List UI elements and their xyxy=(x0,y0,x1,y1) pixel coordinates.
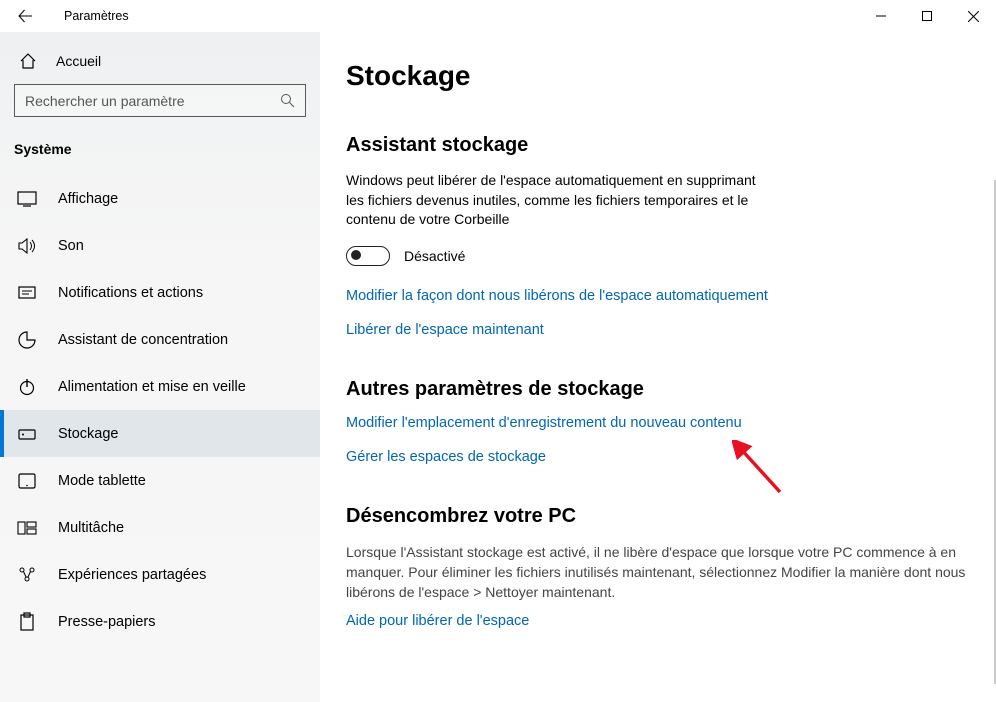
sound-icon xyxy=(16,238,38,254)
search-container xyxy=(0,80,320,127)
sidebar-item-label: Multitâche xyxy=(58,520,124,536)
storage-icon xyxy=(16,426,38,442)
clipboard-icon xyxy=(16,612,38,632)
window-controls xyxy=(858,0,996,32)
sidebar-item-focus[interactable]: Assistant de concentration xyxy=(0,316,320,363)
sidebar-item-notifications[interactable]: Notifications et actions xyxy=(0,269,320,316)
search-input[interactable] xyxy=(25,93,280,109)
sidebar-item-display[interactable]: Affichage xyxy=(0,175,320,222)
section-heading: Autres paramètres de stockage xyxy=(346,378,970,401)
sidebar-nav: Affichage Son Notifications et actions A… xyxy=(0,175,320,645)
sidebar-item-label: Alimentation et mise en veille xyxy=(58,379,246,395)
close-icon xyxy=(968,11,979,22)
sidebar-item-label: Affichage xyxy=(58,191,118,207)
storage-sense-toggle-label: Désactivé xyxy=(404,248,465,264)
section-heading: Assistant stockage xyxy=(346,134,970,157)
sidebar-home[interactable]: Accueil xyxy=(0,42,320,80)
sidebar-group-title: Système xyxy=(0,127,320,175)
sidebar-item-multitask[interactable]: Multitâche xyxy=(0,504,320,551)
sidebar-item-label: Expériences partagées xyxy=(58,567,206,583)
sidebar-item-label: Stockage xyxy=(58,426,118,442)
sidebar-item-power[interactable]: Alimentation et mise en veille xyxy=(0,363,320,410)
sidebar-item-sound[interactable]: Son xyxy=(0,222,320,269)
sidebar-item-shared[interactable]: Expériences partagées xyxy=(0,551,320,598)
display-icon xyxy=(16,191,38,207)
storage-sense-toggle[interactable] xyxy=(346,246,390,266)
sidebar-item-tablet[interactable]: Mode tablette xyxy=(0,457,320,504)
content-pane: Stockage Assistant stockage Windows peut… xyxy=(320,32,996,702)
search-icon xyxy=(280,93,295,108)
back-button[interactable] xyxy=(10,1,40,31)
maximize-icon xyxy=(922,11,932,21)
declutter-description: Lorsque l'Assistant stockage est activé,… xyxy=(346,542,966,603)
minimize-icon xyxy=(876,11,886,21)
section-heading: Désencombrez votre PC xyxy=(346,505,970,528)
sidebar-item-label: Son xyxy=(58,238,84,254)
arrow-left-icon xyxy=(17,8,33,24)
sidebar-item-label: Mode tablette xyxy=(58,473,146,489)
sidebar-home-label: Accueil xyxy=(56,53,101,69)
link-change-free-space[interactable]: Modifier la façon dont nous libérons de … xyxy=(346,288,970,304)
maximize-button[interactable] xyxy=(904,0,950,32)
window-title: Paramètres xyxy=(40,9,129,23)
page-title: Stockage xyxy=(346,60,970,92)
link-help-free-space[interactable]: Aide pour libérer de l'espace xyxy=(346,613,970,629)
link-manage-storage-spaces[interactable]: Gérer les espaces de stockage xyxy=(346,449,970,465)
section-more-storage: Autres paramètres de stockage Modifier l… xyxy=(346,378,970,465)
link-free-now[interactable]: Libérer de l'espace maintenant xyxy=(346,322,970,338)
title-bar: Paramètres xyxy=(0,0,996,32)
section-declutter: Désencombrez votre PC Lorsque l'Assistan… xyxy=(346,505,970,629)
sidebar-item-clipboard[interactable]: Presse-papiers xyxy=(0,598,320,645)
notifications-icon xyxy=(16,285,38,301)
sidebar-item-label: Notifications et actions xyxy=(58,285,203,301)
multitask-icon xyxy=(16,520,38,536)
minimize-button[interactable] xyxy=(858,0,904,32)
storage-sense-description: Windows peut libérer de l'espace automat… xyxy=(346,171,771,230)
sidebar-item-label: Assistant de concentration xyxy=(58,332,228,348)
sidebar-item-label: Presse-papiers xyxy=(58,614,156,630)
home-icon xyxy=(18,52,38,70)
sidebar-item-storage[interactable]: Stockage xyxy=(0,410,320,457)
tablet-icon xyxy=(16,473,38,489)
shared-icon xyxy=(16,566,38,584)
section-storage-sense: Assistant stockage Windows peut libérer … xyxy=(346,134,970,338)
storage-sense-toggle-row: Désactivé xyxy=(346,246,970,266)
focus-icon xyxy=(16,330,38,350)
close-button[interactable] xyxy=(950,0,996,32)
search-box[interactable] xyxy=(14,84,306,117)
power-icon xyxy=(16,378,38,396)
sidebar: Accueil Système Affichage xyxy=(0,32,320,702)
link-change-save-location[interactable]: Modifier l'emplacement d'enregistrement … xyxy=(346,415,970,431)
